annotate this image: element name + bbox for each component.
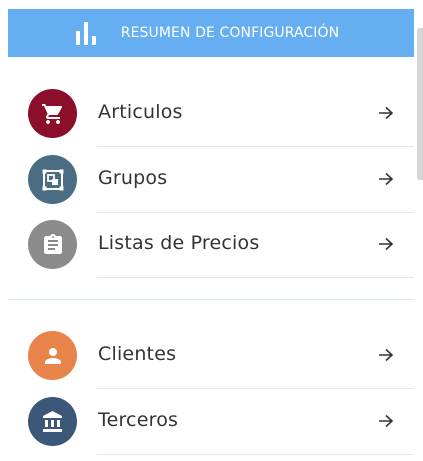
articulos-avatar (28, 89, 77, 138)
arrow-right-icon (379, 237, 394, 251)
menu-item-terceros[interactable]: Terceros (0, 389, 423, 455)
clientes-avatar (28, 331, 77, 380)
config-summary-header: RESUMEN DE CONFIGURACIÓN (8, 9, 414, 57)
menu-item-grupos[interactable]: Grupos (0, 147, 423, 213)
row-divider (97, 277, 414, 278)
menu-item-label: Grupos (98, 167, 168, 189)
bar-chart-icon (75, 22, 96, 45)
menu-item-label: Terceros (98, 409, 179, 431)
menu-item-label: Listas de Precios (98, 232, 260, 254)
row-divider (97, 454, 414, 455)
arrow-right-icon (379, 106, 394, 120)
menu-item-label: Clientes (98, 343, 177, 365)
menu-item-listas-de-precios[interactable]: Listas de Precios (0, 212, 423, 278)
menu-item-articulos[interactable]: Articulos (0, 81, 423, 147)
arrow-right-icon (379, 414, 394, 428)
menu-item-label: Articulos (98, 101, 183, 123)
config-summary-page: RESUMEN DE CONFIGURACIÓN Articulos Grupo… (0, 0, 423, 461)
shopping-cart-icon (41, 103, 62, 124)
section-divider (8, 299, 414, 300)
menu-item-clientes[interactable]: Clientes (0, 323, 423, 389)
bank-building-icon (42, 410, 62, 432)
arrow-right-icon (379, 348, 394, 362)
group-select-icon (42, 169, 63, 190)
listas-de-precios-avatar (28, 220, 77, 269)
header-title: RESUMEN DE CONFIGURACIÓN (120, 25, 340, 41)
person-icon (44, 347, 61, 364)
arrow-right-icon (379, 172, 394, 186)
grupos-avatar (28, 155, 77, 204)
terceros-avatar (28, 397, 77, 446)
clipboard-list-icon (43, 233, 62, 254)
